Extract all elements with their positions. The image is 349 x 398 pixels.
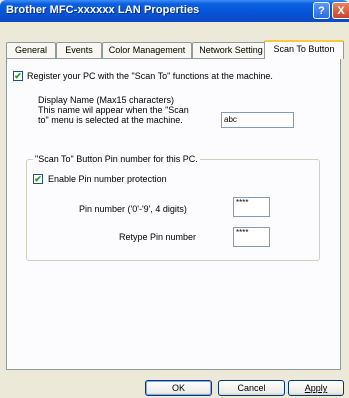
pin-groupbox: "Scan To" Button Pin number for this PC.… [26,154,320,261]
window-title: Brother MFC-xxxxxx LAN Properties [6,4,200,16]
tab-scan-to-button[interactable]: Scan To Button [264,40,344,59]
pin-group-title: "Scan To" Button Pin number for this PC. [33,154,200,164]
close-button[interactable]: X [332,2,349,19]
display-name-help-line1: This name wil appear when the "Scan [38,105,189,115]
retype-pin-input[interactable]: **** [233,227,270,247]
ok-button[interactable]: OK [145,380,212,396]
register-checkbox[interactable]: ✔ [13,71,23,81]
pin-number-input[interactable]: **** [233,197,270,217]
apply-button[interactable]: Apply [288,380,344,396]
pin-number-label: Pin number ('0'-'9', 4 digits) [79,204,187,214]
retype-pin-label: Retype Pin number [119,232,197,242]
enable-pin-label: Enable Pin number protection [48,174,167,184]
display-name-label: Display Name (Max15 characters) [38,95,175,105]
tab-network-setting[interactable]: Network Setting [192,42,270,58]
tab-events[interactable]: Events [56,42,102,58]
enable-pin-checkbox[interactable]: ✔ [33,174,43,184]
title-bar[interactable]: Brother MFC-xxxxxx LAN Properties ? X [0,0,349,22]
tab-general[interactable]: General [6,42,56,58]
help-button[interactable]: ? [313,2,330,19]
register-label: Register your PC with the "Scan To" func… [27,71,273,81]
tab-panel: ✔ Register your PC with the "Scan To" fu… [6,58,341,370]
cancel-button[interactable]: Cancel [218,380,285,396]
display-name-input[interactable]: abc [221,112,294,128]
display-name-help-line2: to" menu is selected at the machine. [38,115,183,125]
tab-color-management[interactable]: Color Management [102,42,192,58]
properties-window: Brother MFC-xxxxxx LAN Properties ? X Ge… [0,0,349,398]
